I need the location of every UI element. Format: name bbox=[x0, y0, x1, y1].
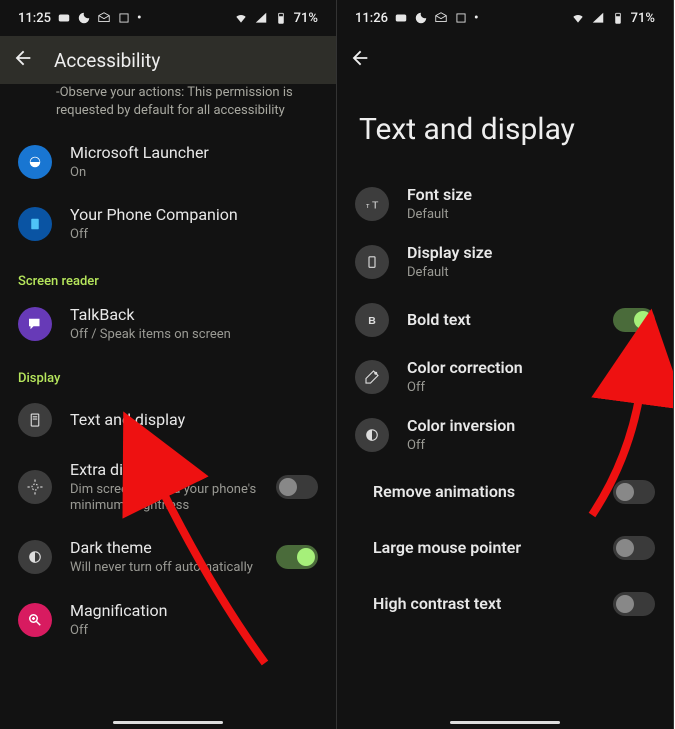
app-bar: Accessibility bbox=[0, 36, 336, 84]
status-battery: 71% bbox=[631, 11, 655, 26]
row-title: Bold text bbox=[407, 310, 595, 330]
row-color-inversion[interactable]: Color inversion Off bbox=[337, 406, 673, 464]
battery-icon bbox=[274, 11, 288, 25]
row-sub: Off bbox=[407, 380, 655, 396]
row-sub: Off bbox=[70, 227, 318, 243]
row-microsoft-launcher[interactable]: Microsoft Launcher On bbox=[0, 131, 336, 193]
row-title: TalkBack bbox=[70, 305, 318, 325]
row-title: Large mouse pointer bbox=[373, 538, 595, 558]
row-title: Text and display bbox=[70, 410, 318, 430]
text-display-icon bbox=[18, 403, 52, 437]
status-bar: 11:26 • 71% bbox=[337, 0, 673, 36]
youtube-icon bbox=[394, 11, 408, 25]
row-title: Magnification bbox=[70, 601, 318, 621]
row-your-phone[interactable]: Your Phone Companion Off bbox=[0, 193, 336, 255]
battery-icon bbox=[611, 11, 625, 25]
permission-desc: -Observe your actions: This permission i… bbox=[0, 84, 336, 131]
screenshot-icon bbox=[117, 11, 131, 25]
font-size-icon: тT bbox=[355, 187, 389, 221]
status-time: 11:26 bbox=[355, 11, 388, 26]
row-title: Font size bbox=[407, 185, 655, 205]
bold-text-icon: B bbox=[355, 303, 389, 337]
dark-theme-toggle[interactable] bbox=[276, 545, 318, 569]
magnification-icon bbox=[18, 603, 52, 637]
extra-dim-icon bbox=[18, 470, 52, 504]
row-sub: On bbox=[70, 165, 318, 181]
row-title: Your Phone Companion bbox=[70, 205, 318, 225]
row-text-and-display[interactable]: Text and display bbox=[0, 392, 336, 448]
status-battery: 71% bbox=[294, 11, 318, 26]
row-sub: Default bbox=[407, 265, 655, 281]
back-icon[interactable] bbox=[12, 47, 34, 73]
mail-icon bbox=[97, 11, 111, 25]
row-sub: Off / Speak items on screen bbox=[70, 327, 318, 343]
row-sub: Off bbox=[70, 623, 318, 639]
row-title: Color inversion bbox=[407, 416, 655, 436]
bold-text-toggle[interactable] bbox=[613, 308, 655, 332]
svg-text:T: T bbox=[372, 200, 379, 212]
high-contrast-toggle[interactable] bbox=[613, 592, 655, 616]
home-indicator[interactable] bbox=[450, 721, 560, 724]
more-dot: • bbox=[137, 11, 142, 26]
page-title: Text and display bbox=[337, 84, 673, 175]
screenshot-icon bbox=[454, 11, 468, 25]
section-screen-reader: Screen reader bbox=[0, 256, 336, 295]
mail-icon bbox=[434, 11, 448, 25]
moon-icon bbox=[414, 11, 428, 25]
row-high-contrast-text[interactable]: High contrast text bbox=[337, 576, 673, 632]
appbar-title: Accessibility bbox=[54, 49, 160, 72]
wifi-icon bbox=[571, 11, 585, 25]
remove-animations-toggle[interactable] bbox=[613, 480, 655, 504]
row-remove-animations[interactable]: Remove animations bbox=[337, 464, 673, 520]
row-sub: Dim screen beyond your phone's minimum b… bbox=[70, 482, 258, 515]
row-sub: Will never turn off automatically bbox=[70, 560, 258, 576]
dark-theme-icon bbox=[18, 540, 52, 574]
status-bar: 11:25 • 71% bbox=[0, 0, 336, 36]
row-title: Extra dim bbox=[70, 460, 258, 480]
wifi-icon bbox=[234, 11, 248, 25]
talkback-icon bbox=[18, 307, 52, 341]
row-extra-dim[interactable]: Extra dim Dim screen beyond your phone's… bbox=[0, 448, 336, 527]
row-talkback[interactable]: TalkBack Off / Speak items on screen bbox=[0, 295, 336, 353]
color-inversion-icon bbox=[355, 418, 389, 452]
youtube-icon bbox=[57, 11, 71, 25]
more-dot: • bbox=[474, 11, 479, 26]
large-pointer-toggle[interactable] bbox=[613, 536, 655, 560]
row-large-mouse-pointer[interactable]: Large mouse pointer bbox=[337, 520, 673, 576]
svg-text:т: т bbox=[366, 201, 370, 210]
home-indicator[interactable] bbox=[113, 721, 223, 724]
row-title: Remove animations bbox=[373, 482, 595, 502]
row-dark-theme[interactable]: Dark theme Will never turn off automatic… bbox=[0, 526, 336, 588]
back-icon[interactable] bbox=[349, 47, 371, 73]
status-time: 11:25 bbox=[18, 11, 51, 26]
row-sub: Off bbox=[407, 438, 655, 454]
row-display-size[interactable]: Display size Default bbox=[337, 233, 673, 291]
your-phone-icon bbox=[18, 207, 52, 241]
moon-icon bbox=[77, 11, 91, 25]
row-title: Microsoft Launcher bbox=[70, 143, 318, 163]
row-sub: Default bbox=[407, 207, 655, 223]
row-magnification[interactable]: Magnification Off bbox=[0, 589, 336, 651]
row-title: High contrast text bbox=[373, 594, 595, 614]
color-correction-icon bbox=[355, 360, 389, 394]
signal-icon bbox=[254, 11, 268, 25]
extra-dim-toggle[interactable] bbox=[276, 475, 318, 499]
svg-text:B: B bbox=[368, 314, 376, 326]
row-title: Dark theme bbox=[70, 538, 258, 558]
display-size-icon bbox=[355, 245, 389, 279]
row-title: Display size bbox=[407, 243, 655, 263]
signal-icon bbox=[591, 11, 605, 25]
app-bar bbox=[337, 36, 673, 84]
section-display: Display bbox=[0, 353, 336, 392]
microsoft-launcher-icon bbox=[18, 145, 52, 179]
row-title: Color correction bbox=[407, 358, 655, 378]
row-color-correction[interactable]: Color correction Off bbox=[337, 348, 673, 406]
row-font-size[interactable]: тT Font size Default bbox=[337, 175, 673, 233]
row-bold-text[interactable]: B Bold text bbox=[337, 292, 673, 348]
